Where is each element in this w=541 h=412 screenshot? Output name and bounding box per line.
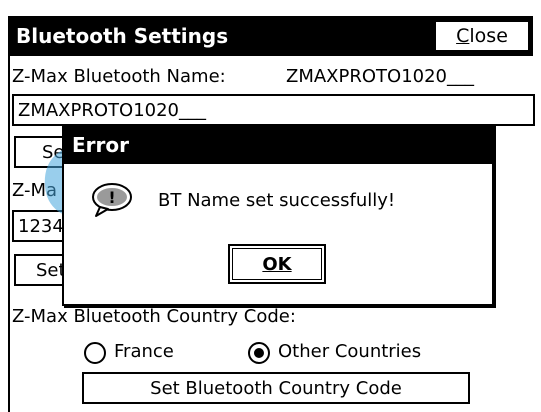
svg-text:!: ! xyxy=(108,188,115,207)
close-button[interactable]: Close xyxy=(434,20,530,52)
radio-other-countries-label: Other Countries xyxy=(278,341,422,362)
info-question-icon: ! xyxy=(90,182,134,218)
radio-france[interactable]: France xyxy=(84,340,224,366)
bt-name-current-value: ZMAXPROTO1020___ xyxy=(286,66,475,87)
close-button-mnemonic: C xyxy=(456,25,470,47)
bt-pin-label: Z-Ma xyxy=(12,180,58,201)
bt-name-label: Z-Max Bluetooth Name: xyxy=(12,66,226,87)
radio-other-countries-circle xyxy=(248,342,270,364)
dialog-title-bar: Error xyxy=(64,126,492,164)
ok-button[interactable]: OK xyxy=(228,244,326,284)
bt-name-input[interactable]: ZMAXPROTO1020___ xyxy=(12,94,535,126)
error-dialog: Error ! BT Name set successfully! OK xyxy=(62,124,494,306)
ok-button-label: OK xyxy=(262,253,292,275)
dialog-title: Error xyxy=(72,133,129,157)
window-left-border xyxy=(8,16,10,412)
dialog-message: BT Name set successfully! xyxy=(158,190,396,211)
country-code-label: Z-Max Bluetooth Country Code: xyxy=(12,306,296,327)
set-country-code-button[interactable]: Set Bluetooth Country Code xyxy=(82,372,470,404)
bt-pin-input-value: 1234 xyxy=(18,215,64,237)
bt-name-input-value: ZMAXPROTO1020___ xyxy=(18,99,207,121)
set-country-code-button-label: Set Bluetooth Country Code xyxy=(150,377,402,399)
radio-france-circle xyxy=(84,342,106,364)
window-title: Bluetooth Settings xyxy=(16,24,229,48)
close-button-label: lose xyxy=(469,25,508,47)
radio-other-countries[interactable]: Other Countries xyxy=(248,340,468,366)
radio-france-label: France xyxy=(114,341,174,362)
